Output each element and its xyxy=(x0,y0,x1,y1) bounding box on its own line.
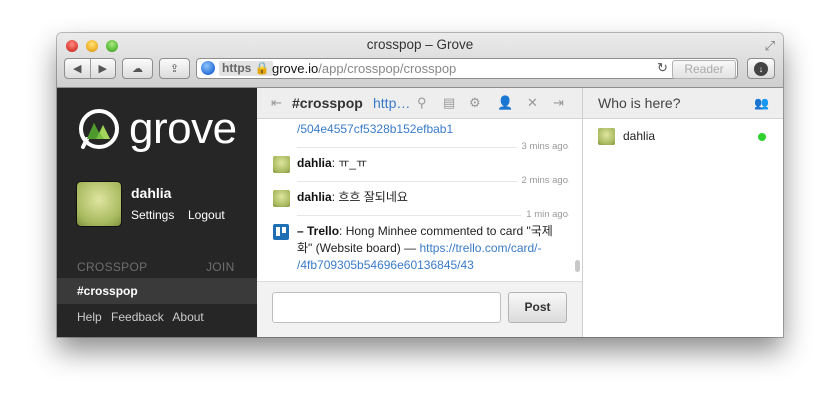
browser-chrome: crosspop – Grove ⤢ ◀ ▶ ☁ ⇪ https 🔒 grove… xyxy=(57,33,783,88)
url-domain: grove.io xyxy=(272,61,319,76)
grove-logo-icon xyxy=(79,109,119,149)
reader-button[interactable]: Reader xyxy=(672,60,736,79)
about-link[interactable]: About xyxy=(172,310,203,324)
trello-icon xyxy=(273,224,289,240)
user-avatar[interactable] xyxy=(77,182,121,226)
exit-icon[interactable]: ⇥ xyxy=(553,95,564,111)
list-item: – Trello: Hong Minhee commented to card … xyxy=(297,223,569,274)
message-list: /504e4557cf5328b152efbab1 3 mins ago dah… xyxy=(257,119,582,280)
message-text: : Hong Minhee commented to card "국제 xyxy=(339,224,553,238)
gear-icon[interactable]: ⚙ xyxy=(469,95,481,111)
message-link[interactable]: /4fb709305b54696e60136845/43 xyxy=(297,258,474,272)
browser-window: crosspop – Grove ⤢ ◀ ▶ ☁ ⇪ https 🔒 grove… xyxy=(57,33,783,337)
help-link[interactable]: Help xyxy=(77,310,102,324)
message-input[interactable] xyxy=(272,292,501,323)
back-arrow-icon[interactable]: ◀ xyxy=(65,62,90,75)
message-timestamp: 1 min ago xyxy=(521,209,568,220)
chat-panel: ⇤ #crosspop http… ⚲ ▤ ⚙ 👤 ✕ ⇥ /504e4557c… xyxy=(257,88,583,337)
back-forward-buttons: ◀ ▶ xyxy=(64,58,116,79)
message-link[interactable]: https://trello.com/card/- xyxy=(419,241,541,255)
download-icon: ↓ xyxy=(754,61,768,76)
fullscreen-icon[interactable]: ⤢ xyxy=(765,38,775,54)
presence-title: Who is here? xyxy=(598,95,681,111)
grove-logo[interactable]: grove xyxy=(77,105,237,153)
presence-header: Who is here? 👥 xyxy=(583,88,783,119)
message-scrollbar[interactable] xyxy=(575,260,580,272)
current-username: dahlia xyxy=(131,185,172,201)
sidebar-item-crosspop[interactable]: #crosspop xyxy=(57,278,257,304)
https-badge: https 🔒 xyxy=(219,61,273,76)
cloud-icon[interactable]: ☁ xyxy=(122,58,153,79)
close-icon[interactable]: ✕ xyxy=(527,95,538,111)
url-path: /app/crosspop/crosspop xyxy=(318,61,457,76)
search-icon[interactable]: ⚲ xyxy=(417,95,427,111)
message-link-tail: /504e4557cf5328b152efbab1 xyxy=(297,121,453,138)
organization-heading: CROSSPOP xyxy=(77,260,148,274)
list-item: dahlia: 흐흐 잘되네요 xyxy=(297,189,408,206)
archive-icon[interactable]: ▤ xyxy=(443,95,455,111)
grove-wordmark: grove xyxy=(129,104,237,153)
message-text: : ㅠ_ㅠ xyxy=(331,156,368,170)
message-avatar[interactable] xyxy=(273,190,290,207)
presence-panel: Who is here? 👥 dahlia xyxy=(583,88,783,337)
page-content: grove dahlia Settings Logout CROSSPOP JO… xyxy=(57,88,783,337)
message-timestamp: 3 mins ago xyxy=(516,141,568,152)
message-author[interactable]: dahlia xyxy=(297,190,332,204)
add-user-icon[interactable]: 👤 xyxy=(497,95,513,111)
message-composer: Post xyxy=(257,281,582,337)
window-title: crosspop – Grove xyxy=(366,37,474,52)
downloads-button[interactable]: ↓ xyxy=(747,58,775,79)
message-timestamp: 2 mins ago xyxy=(516,175,568,186)
feedback-link[interactable]: Feedback xyxy=(111,310,164,324)
people-icon[interactable]: 👥 xyxy=(754,96,769,110)
list-item: dahlia: ㅠ_ㅠ xyxy=(297,155,367,172)
channel-title: #crosspop xyxy=(292,95,363,111)
logout-link[interactable]: Logout xyxy=(188,208,225,222)
address-bar[interactable]: https 🔒 grove.io/app/crosspop/crosspop ↻… xyxy=(196,58,738,79)
footer-links: Help Feedback About xyxy=(77,310,210,324)
member-item[interactable]: dahlia xyxy=(598,128,773,146)
channel-label: #crosspop xyxy=(77,284,138,298)
join-link[interactable]: JOIN xyxy=(206,260,235,274)
forward-arrow-icon[interactable]: ▶ xyxy=(91,62,116,75)
leave-channel-icon[interactable]: ⇤ xyxy=(271,95,282,111)
member-avatar xyxy=(598,128,615,145)
message-author[interactable]: – Trello xyxy=(297,224,339,238)
online-status-icon xyxy=(758,133,766,141)
url-text[interactable]: grove.io/app/crosspop/crosspop xyxy=(272,61,456,76)
sidebar: grove dahlia Settings Logout CROSSPOP JO… xyxy=(57,88,257,337)
member-name: dahlia xyxy=(623,129,656,143)
message-text: 화" (Website board) — xyxy=(297,241,420,255)
settings-link[interactable]: Settings xyxy=(131,208,174,222)
lock-icon: 🔒 xyxy=(254,61,270,75)
message-link[interactable]: /504e4557cf5328b152efbab1 xyxy=(297,122,453,136)
message-author[interactable]: dahlia xyxy=(297,156,332,170)
share-icon[interactable]: ⇪ xyxy=(159,58,190,79)
reload-icon[interactable]: ↻ xyxy=(657,60,668,76)
channel-header: ⇤ #crosspop http… ⚲ ▤ ⚙ 👤 ✕ ⇥ xyxy=(257,88,582,119)
message-text: : 흐흐 잘되네요 xyxy=(331,190,408,204)
message-avatar[interactable] xyxy=(273,156,290,173)
channel-topic-link[interactable]: http… xyxy=(373,95,410,111)
globe-icon xyxy=(201,61,215,75)
post-button[interactable]: Post xyxy=(508,292,567,323)
